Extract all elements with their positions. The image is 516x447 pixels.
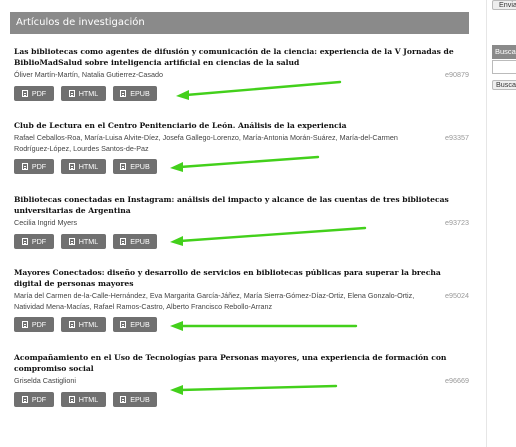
sidebar: Envia Busca Buscar bbox=[486, 0, 516, 447]
article-authors: María del Carmen de-la-Calle-Hernández, … bbox=[14, 291, 415, 311]
article-title-link[interactable]: Las bibliotecas como agentes de difusión… bbox=[14, 46, 462, 68]
galley-label: EPUB bbox=[130, 236, 150, 246]
galley-links: PDF HTML EPUB bbox=[14, 159, 469, 174]
send-button[interactable]: Envia bbox=[492, 0, 516, 10]
section-header: Artículos de investigación bbox=[10, 12, 469, 34]
article-title-link[interactable]: Acompañamiento en el Uso de Tecnologías … bbox=[14, 352, 462, 374]
search-button[interactable]: Buscar bbox=[492, 80, 516, 90]
galley-links: PDF HTML EPUB bbox=[14, 391, 469, 407]
galley-label: HTML bbox=[78, 88, 99, 98]
article-item: Mayores Conectados: diseño y desarrollo … bbox=[14, 267, 469, 332]
file-icon bbox=[21, 321, 28, 328]
html-button[interactable]: HTML bbox=[61, 159, 106, 174]
article-authors: Griselda Castiglioni bbox=[14, 376, 76, 385]
article-list: Artículos de investigación bbox=[10, 12, 469, 34]
article-authors: Cecilia Ingrid Myers bbox=[14, 218, 78, 227]
article-eid: e95024 bbox=[445, 291, 469, 300]
galley-links: PDF HTML EPUB bbox=[14, 317, 469, 332]
file-icon bbox=[120, 237, 127, 245]
article-eid: e90879 bbox=[445, 70, 469, 79]
file-icon bbox=[21, 237, 28, 245]
file-icon bbox=[120, 395, 127, 403]
article-title-link[interactable]: Bibliotecas conectadas en Instagram: aná… bbox=[14, 194, 462, 216]
search-input[interactable] bbox=[492, 60, 516, 74]
galley-label: EPUB bbox=[130, 320, 150, 329]
galley-label: EPUB bbox=[130, 88, 150, 98]
galley-label: HTML bbox=[78, 320, 99, 329]
article-eid: e93357 bbox=[445, 133, 469, 142]
epub-button[interactable]: EPUB bbox=[113, 391, 157, 407]
file-icon bbox=[120, 163, 127, 170]
article-title-link[interactable]: Mayores Conectados: diseño y desarrollo … bbox=[14, 267, 462, 289]
article-item: Las bibliotecas como agentes de difusión… bbox=[14, 46, 469, 101]
article-meta: Rafael Ceballos-Roa, María-Luisa Alvite-… bbox=[14, 133, 469, 154]
galley-label: PDF bbox=[31, 162, 47, 171]
file-icon bbox=[120, 321, 127, 328]
html-button[interactable]: HTML bbox=[61, 233, 106, 249]
article-meta: Cecilia Ingrid Myers e93723 bbox=[14, 218, 469, 229]
file-icon bbox=[68, 89, 75, 97]
file-icon bbox=[120, 89, 127, 97]
file-icon bbox=[21, 395, 28, 403]
article-authors: Rafael Ceballos-Roa, María-Luisa Alvite-… bbox=[14, 133, 398, 153]
article-item: Acompañamiento en el Uso de Tecnologías … bbox=[14, 352, 469, 407]
epub-button[interactable]: EPUB bbox=[113, 317, 157, 332]
pdf-button[interactable]: PDF bbox=[14, 85, 54, 101]
article-eid: e93723 bbox=[445, 218, 469, 227]
html-button[interactable]: HTML bbox=[61, 317, 106, 332]
galley-label: PDF bbox=[31, 88, 47, 98]
article-meta: Griselda Castiglioni e96669 bbox=[14, 376, 469, 387]
galley-label: HTML bbox=[78, 394, 99, 404]
html-button[interactable]: HTML bbox=[61, 85, 106, 101]
galley-label: HTML bbox=[78, 162, 99, 171]
file-icon bbox=[68, 395, 75, 403]
article-title-link[interactable]: Club de Lectura en el Centro Penitenciar… bbox=[14, 120, 462, 131]
file-icon bbox=[21, 163, 28, 170]
search-block-title: Busca bbox=[492, 45, 516, 59]
article-eid: e96669 bbox=[445, 376, 469, 385]
html-button[interactable]: HTML bbox=[61, 391, 106, 407]
galley-label: EPUB bbox=[130, 394, 150, 404]
galley-label: HTML bbox=[78, 236, 99, 246]
epub-button[interactable]: EPUB bbox=[113, 233, 157, 249]
galley-links: PDF HTML EPUB bbox=[14, 233, 469, 249]
file-icon bbox=[68, 163, 75, 170]
file-icon bbox=[68, 321, 75, 328]
article-item: Bibliotecas conectadas en Instagram: aná… bbox=[14, 194, 469, 249]
pdf-button[interactable]: PDF bbox=[14, 159, 54, 174]
pdf-button[interactable]: PDF bbox=[14, 391, 54, 407]
article-authors: Óliver Martín-Martín, Natalia Gutierrez-… bbox=[14, 70, 163, 79]
galley-label: PDF bbox=[31, 320, 47, 329]
article-meta: María del Carmen de-la-Calle-Hernández, … bbox=[14, 291, 469, 312]
epub-button[interactable]: EPUB bbox=[113, 85, 157, 101]
file-icon bbox=[21, 89, 28, 97]
pdf-button[interactable]: PDF bbox=[14, 317, 54, 332]
galley-label: EPUB bbox=[130, 162, 150, 171]
galley-links: PDF HTML EPUB bbox=[14, 85, 469, 101]
pdf-button[interactable]: PDF bbox=[14, 233, 54, 249]
article-meta: Óliver Martín-Martín, Natalia Gutierrez-… bbox=[14, 70, 469, 81]
galley-label: PDF bbox=[31, 394, 47, 404]
article-item: Club de Lectura en el Centro Penitenciar… bbox=[14, 120, 469, 174]
galley-label: PDF bbox=[31, 236, 47, 246]
epub-button[interactable]: EPUB bbox=[113, 159, 157, 174]
file-icon bbox=[68, 237, 75, 245]
